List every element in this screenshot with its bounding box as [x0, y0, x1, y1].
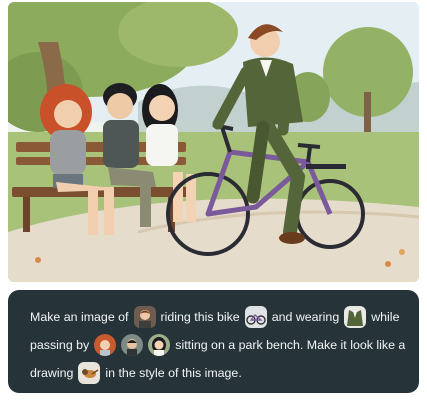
friend-thumbnail-2[interactable] [121, 334, 144, 356]
prompt-text: while [371, 310, 400, 324]
person-thumbnail[interactable] [133, 306, 156, 328]
prompt-text: in the style of this image. [105, 366, 242, 380]
bike-thumbnail[interactable] [244, 306, 267, 328]
generated-illustration [8, 2, 419, 282]
friend-thumbnail-1[interactable] [94, 334, 117, 356]
style-thumbnail[interactable] [78, 362, 101, 384]
prompt-line-3: drawing in the style of this image. [30, 360, 411, 386]
prompt-text: drawing [30, 366, 74, 380]
prompt-text: and wearing [271, 310, 340, 324]
prompt-text: sitting on a park bench. Make it look li… [175, 338, 406, 352]
prompt-line-1: Make an image of riding this bike and we… [30, 304, 411, 330]
prompt-text: Make an image of [30, 310, 129, 324]
prompt-card: Make an image of riding this bike and we… [8, 290, 419, 393]
suit-thumbnail[interactable] [344, 306, 367, 328]
friend-thumbnail-3[interactable] [148, 334, 171, 356]
prompt-text: riding this bike [160, 310, 240, 324]
prompt-text: passing by [30, 338, 90, 352]
prompt-line-2: passing by sitting on a park bench. Make… [30, 332, 411, 358]
